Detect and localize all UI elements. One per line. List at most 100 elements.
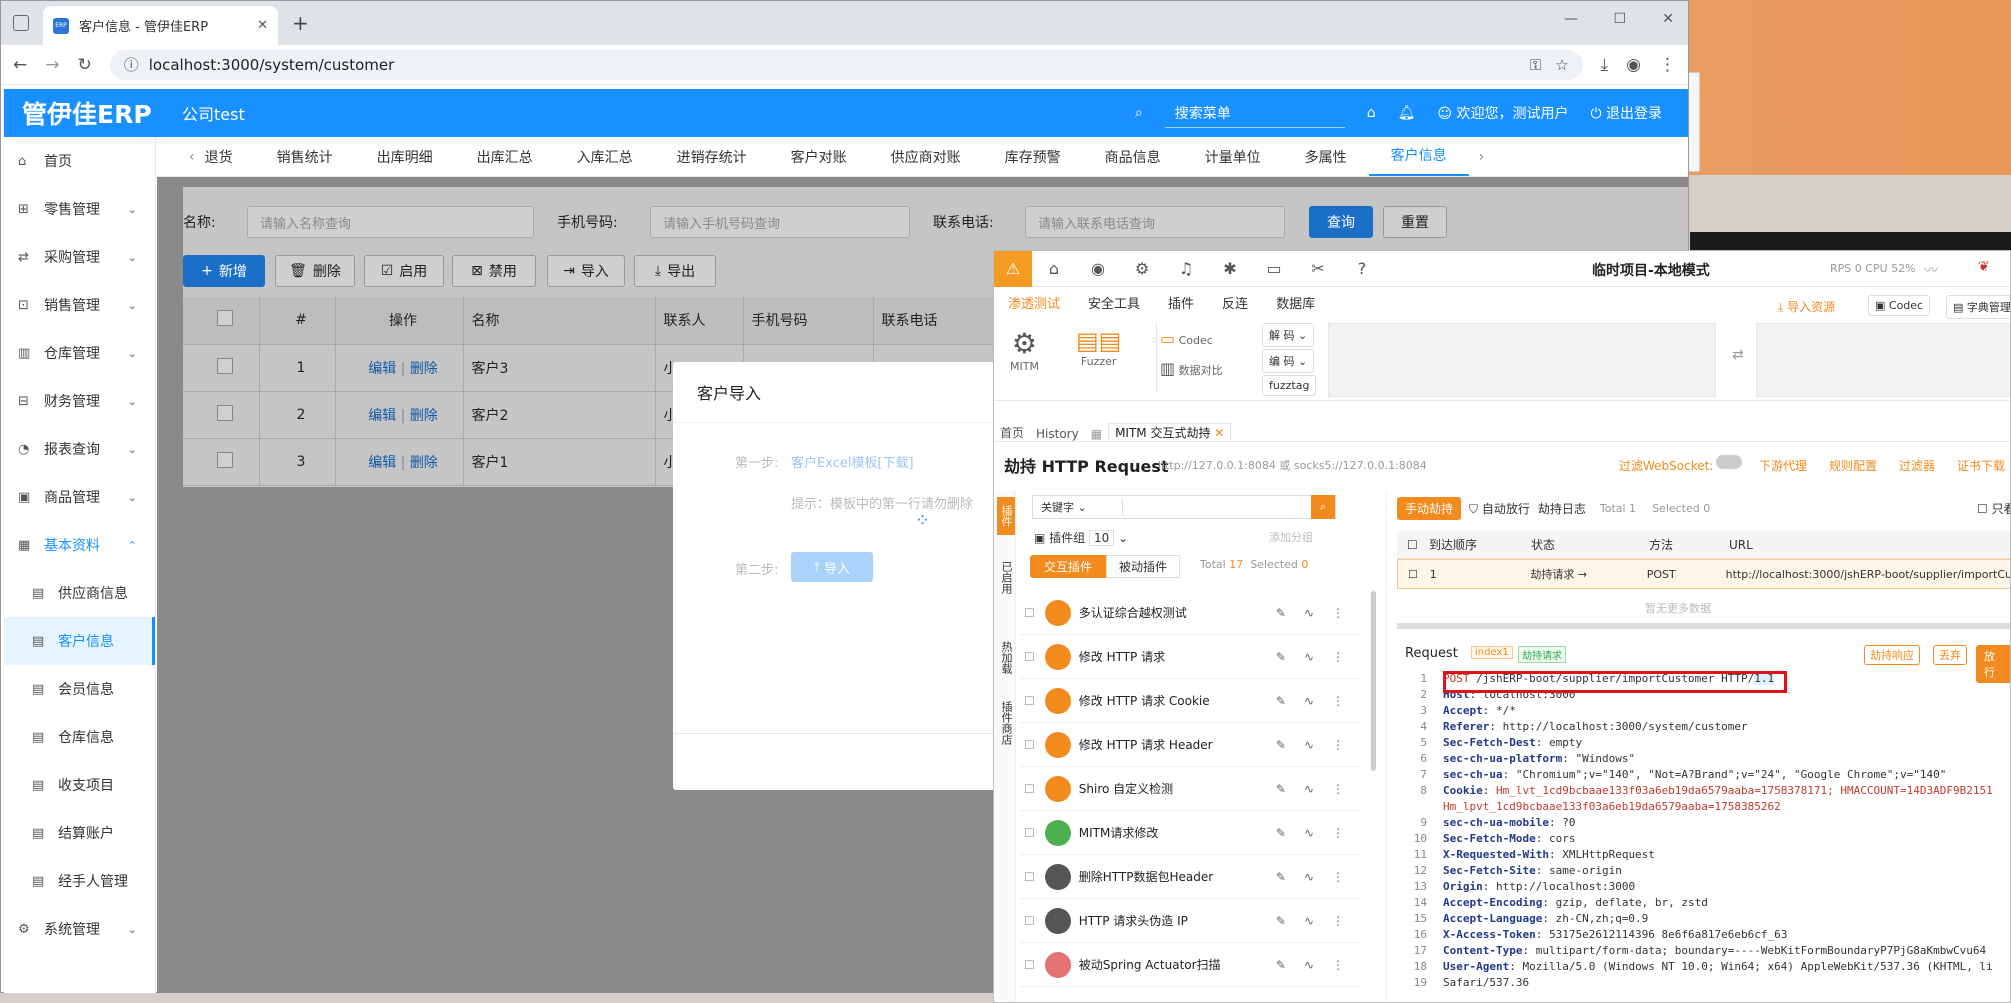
yakit-menu-2[interactable]: 插件 xyxy=(1168,293,1194,312)
minimize-icon[interactable]: — xyxy=(1564,11,1578,27)
hijack-link-0[interactable]: 下游代理 xyxy=(1759,457,1807,474)
pulse-icon[interactable]: ∿ xyxy=(1304,870,1314,884)
fuzzer-tool[interactable]: ▤▤ Fuzzer xyxy=(1076,327,1121,368)
codec-tool[interactable]: ▭ Codec xyxy=(1160,329,1213,348)
page-tab-4[interactable]: 入库汇总 xyxy=(555,147,655,167)
close-subtab-icon[interactable]: ✕ xyxy=(1214,426,1224,440)
grid-icon[interactable]: ▦ xyxy=(1085,427,1108,441)
home-icon[interactable]: ⌂ xyxy=(1032,259,1076,278)
plugin-checkbox[interactable]: ☐ xyxy=(1024,826,1035,840)
browser-tab[interactable]: ERP 客户信息 - 管伊佳ERP ✕ xyxy=(43,6,278,45)
sidebar-item-8[interactable]: ▦ 基本资料 ⌃ xyxy=(4,521,155,569)
plugin-scrollbar[interactable] xyxy=(1371,591,1376,771)
phone-input[interactable]: 请输入手机号码查询 xyxy=(650,206,910,238)
edit-icon[interactable]: ✎ xyxy=(1276,826,1286,840)
menu-kebab-icon[interactable]: ⋮ xyxy=(1659,55,1676,75)
edit-icon[interactable]: ✎ xyxy=(1276,958,1286,972)
sidebar-item-6[interactable]: ◔ 报表查询 ⌄ xyxy=(4,425,155,473)
passive-plugins-tab[interactable]: 被动插件 xyxy=(1106,555,1181,578)
page-tab-8[interactable]: 库存预警 xyxy=(983,147,1083,167)
vertical-tab-3[interactable]: 插件商店 xyxy=(997,697,1015,749)
page-tab-9[interactable]: 商品信息 xyxy=(1083,147,1183,167)
pulse-icon[interactable]: ∿ xyxy=(1304,826,1314,840)
bell-icon[interactable]: ♫ xyxy=(1164,259,1208,278)
query-button[interactable]: 查询 xyxy=(1309,206,1373,238)
sidebar-item-14[interactable]: ▤ 结算账户 xyxy=(4,809,155,857)
codec-output-area[interactable] xyxy=(1756,323,2010,397)
sidebar-item-10[interactable]: ▤ 客户信息 xyxy=(4,617,155,665)
logout-button[interactable]: ⏻ 退出登录 xyxy=(1590,103,1662,123)
tabs-next-icon[interactable]: › xyxy=(1469,149,1495,165)
only-see-checkbox[interactable]: ☐ 只看 xyxy=(1977,500,2010,517)
sidebar-item-7[interactable]: ▣ 商品管理 ⌄ xyxy=(4,473,155,521)
pulse-icon[interactable]: ∿ xyxy=(1304,606,1314,620)
toolbar-button-4[interactable]: ⇥ 导入 xyxy=(547,255,625,287)
hijack-log-button[interactable]: 劫持日志 xyxy=(1538,500,1586,517)
subtab-history[interactable]: History xyxy=(1030,427,1085,441)
sidebar-item-13[interactable]: ▤ 收支项目 xyxy=(4,761,155,809)
plugin-checkbox[interactable]: ☐ xyxy=(1024,870,1035,884)
edit-icon[interactable]: ✎ xyxy=(1276,694,1286,708)
hijack-link-2[interactable]: 过滤器 xyxy=(1899,457,1935,474)
plugin-item[interactable]: ☐ 修改 HTTP 请求 ✎ ∿ ⋮ xyxy=(1020,635,1362,679)
add-group-link[interactable]: 添加分组 xyxy=(1269,529,1313,545)
plugin-item[interactable]: ☐ 修改 HTTP 请求 Cookie ✎ ∿ ⋮ xyxy=(1020,679,1362,723)
new-tab-icon[interactable]: + xyxy=(292,11,309,35)
auto-release-button[interactable]: ⛉ 自动放行 xyxy=(1469,500,1530,517)
compare-tool[interactable]: ▥ 数据对比 xyxy=(1160,359,1223,378)
plugin-item[interactable]: ☐ Shiro 自定义检测 ✎ ∿ ⋮ xyxy=(1020,767,1362,811)
welcome-text[interactable]: ☺ 欢迎您，测试用户 xyxy=(1437,103,1568,123)
page-tab-7[interactable]: 供应商对账 xyxy=(869,147,983,167)
page-tab-1[interactable]: 销售统计 xyxy=(255,147,355,167)
sidebar-item-12[interactable]: ▤ 仓库信息 xyxy=(4,713,155,761)
edit-icon[interactable]: ✎ xyxy=(1276,738,1286,752)
more-icon[interactable]: ⋮ xyxy=(1332,738,1344,752)
maximize-icon[interactable]: ☐ xyxy=(1613,11,1626,27)
pulse-icon[interactable]: ∿ xyxy=(1304,738,1314,752)
reset-button[interactable]: 重置 xyxy=(1383,206,1447,238)
tools-icon[interactable]: ✂ xyxy=(1296,259,1340,278)
more-icon[interactable]: ⋮ xyxy=(1332,606,1344,620)
warning-icon[interactable]: ⚠ xyxy=(994,251,1032,287)
subtab-mitm[interactable]: MITM 交互式劫持 ✕ xyxy=(1108,423,1232,441)
edit-link[interactable]: 编辑 xyxy=(368,408,396,424)
profile-icon[interactable]: ◉ xyxy=(1626,55,1641,75)
bug-icon[interactable]: ✱ xyxy=(1208,259,1252,278)
fuzztag-select[interactable]: fuzztag xyxy=(1262,375,1317,396)
yakit-menu-3[interactable]: 反连 xyxy=(1222,293,1248,312)
import-resource-button[interactable]: ⤓ 导入资源 xyxy=(1778,298,1835,315)
edit-icon[interactable]: ✎ xyxy=(1276,870,1286,884)
page-tab-11[interactable]: 多属性 xyxy=(1283,147,1369,167)
help-icon[interactable]: ? xyxy=(1340,259,1384,278)
close-window-icon[interactable]: ✕ xyxy=(1662,11,1674,27)
vertical-tab-0[interactable]: 插件 xyxy=(997,497,1015,535)
tabs-prev-icon[interactable]: ‹ xyxy=(157,149,203,165)
page-tab-2[interactable]: 出库明细 xyxy=(355,147,455,167)
delete-link[interactable]: 删除 xyxy=(410,361,438,377)
sidebar-item-9[interactable]: ▤ 供应商信息 xyxy=(4,569,155,617)
plugin-checkbox[interactable]: ☐ xyxy=(1024,782,1035,796)
pulse-icon[interactable]: ∿ xyxy=(1304,650,1314,664)
download-icon[interactable]: ⤓ xyxy=(1601,55,1609,75)
terminal-icon[interactable]: ▭ xyxy=(1252,259,1296,278)
reload-icon[interactable]: ↻ xyxy=(78,55,92,75)
settings-icon[interactable]: ⚙ xyxy=(1120,259,1164,278)
sidebar-item-5[interactable]: ⊟ 财务管理 ⌄ xyxy=(4,377,155,425)
discard-button[interactable]: 丢弃 xyxy=(1933,645,1967,665)
sidebar-item-16[interactable]: ⚙ 系统管理 ⌄ xyxy=(4,905,155,953)
key-icon[interactable]: ⚿ xyxy=(1530,56,1541,74)
codec-button[interactable]: ▣ Codec xyxy=(1868,295,1931,316)
vertical-tab-1[interactable]: 已启用 xyxy=(997,557,1015,598)
page-tab-5[interactable]: 进销存统计 xyxy=(655,147,769,167)
name-input[interactable]: 请输入名称查询 xyxy=(247,206,534,238)
toolbar-button-2[interactable]: ☑ 启用 xyxy=(364,255,444,287)
search-icon[interactable]: ⌕ xyxy=(1135,105,1143,121)
hijack-response-button[interactable]: 劫持响应 xyxy=(1864,645,1920,665)
toolbar-button-5[interactable]: ⤓ 导出 xyxy=(634,255,716,287)
plugin-item[interactable]: ☐ 删除HTTP数据包Header ✎ ∿ ⋮ xyxy=(1020,855,1362,899)
plugin-item[interactable]: ☐ HTTP 请求头伪造 IP ✎ ∿ ⋮ xyxy=(1020,899,1362,943)
site-info-icon[interactable]: ⓘ xyxy=(124,54,139,75)
bank-icon[interactable]: ⌂ xyxy=(1367,105,1376,121)
toolbar-button-1[interactable]: 🗑︎ 删除 xyxy=(275,255,355,287)
codec-input-area[interactable] xyxy=(1328,323,1716,397)
